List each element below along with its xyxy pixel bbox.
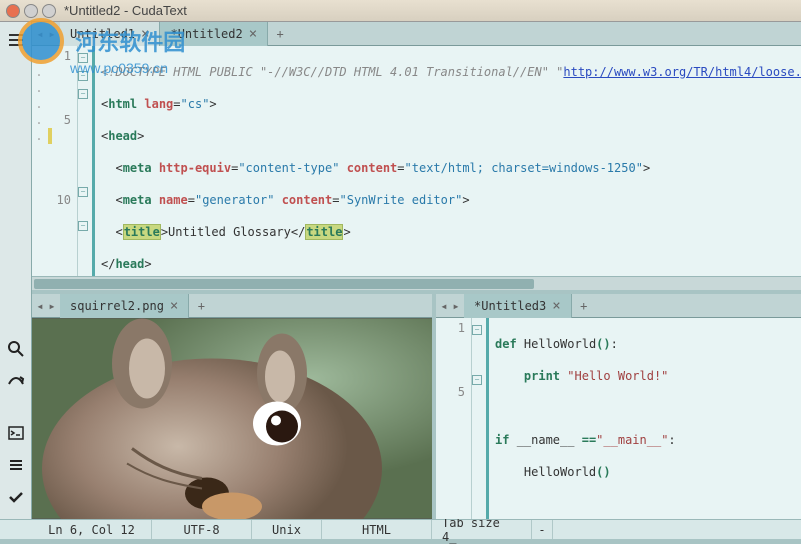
tab-next-icon[interactable]: ▸	[450, 296, 462, 316]
tab-bar-bottom-right: ◂▸ *Untitled3× +	[436, 294, 801, 318]
squirrel-image	[32, 318, 432, 519]
tab-untitled2[interactable]: *Untitled2×	[160, 22, 268, 46]
code-area[interactable]: def HelloWorld(): print "Hello World!" i…	[491, 318, 801, 519]
tab-add-button[interactable]: +	[189, 299, 213, 313]
titlebar: *Untitled2 - CudaText	[0, 0, 801, 22]
window-close-button[interactable]	[6, 4, 20, 18]
window-maximize-button[interactable]	[42, 4, 56, 18]
console-icon[interactable]	[0, 417, 32, 449]
goto-icon[interactable]	[0, 365, 32, 397]
tab-bar-top: ◂ ▸ Untitled1× *Untitled2× +	[32, 22, 801, 46]
doctype-url-link[interactable]: http://www.w3.org/TR/html4/loose.dt	[563, 65, 801, 79]
gutter: ..... 1510	[32, 46, 78, 276]
status-position[interactable]: Ln 6, Col 12	[32, 520, 152, 539]
output-icon[interactable]	[0, 449, 32, 481]
window-minimize-button[interactable]	[24, 4, 38, 18]
tab-prev-icon[interactable]: ◂	[34, 24, 46, 44]
tab-untitled3[interactable]: *Untitled3×	[464, 294, 572, 318]
image-viewer[interactable]	[32, 318, 432, 519]
tab-add-button[interactable]: +	[268, 27, 292, 41]
status-lexer[interactable]: HTML	[322, 520, 432, 539]
close-icon[interactable]: ×	[552, 298, 560, 314]
status-tabsize[interactable]: Tab size 4_	[432, 520, 532, 539]
tab-add-button[interactable]: +	[572, 299, 596, 313]
editor-bottom-right[interactable]: 15 −− def HelloWorld(): print "Hello Wor…	[436, 318, 801, 519]
status-line-endings[interactable]: Unix	[252, 520, 322, 539]
modified-marker	[48, 128, 52, 144]
tab-next-icon[interactable]: ▸	[46, 24, 58, 44]
sidebar	[0, 22, 32, 519]
tab-bar-bottom-left: ◂▸ squirrel2.png× +	[32, 294, 432, 318]
window-title: *Untitled2 - CudaText	[64, 3, 187, 18]
tab-prev-icon[interactable]: ◂	[438, 296, 450, 316]
search-icon[interactable]	[0, 333, 32, 365]
close-icon[interactable]: ×	[141, 26, 149, 42]
close-icon[interactable]: ×	[170, 298, 178, 314]
status-extra[interactable]: -	[532, 520, 553, 539]
statusbar: Ln 6, Col 12 UTF-8 Unix HTML Tab size 4_…	[0, 519, 801, 539]
tab-squirrel[interactable]: squirrel2.png×	[60, 294, 189, 318]
editor-top[interactable]: ..... 1510 −−−−− <!DOCTYPE HTML PUBLIC "…	[32, 46, 801, 276]
tab-prev-icon[interactable]: ◂	[34, 296, 46, 316]
tab-untitled1[interactable]: Untitled1×	[60, 22, 160, 46]
close-icon[interactable]: ×	[249, 26, 257, 42]
tab-next-icon[interactable]: ▸	[46, 296, 58, 316]
sidebar-menu-icon[interactable]	[0, 24, 32, 56]
fold-column[interactable]: −−	[472, 318, 486, 519]
gutter: 15	[436, 318, 472, 519]
scrollbar-horizontal[interactable]	[32, 276, 801, 290]
fold-column[interactable]: −−−−−	[78, 46, 92, 276]
status-encoding[interactable]: UTF-8	[152, 520, 252, 539]
code-area[interactable]: <!DOCTYPE HTML PUBLIC "-//W3C//DTD HTML …	[97, 46, 801, 276]
validate-icon[interactable]	[0, 481, 32, 513]
